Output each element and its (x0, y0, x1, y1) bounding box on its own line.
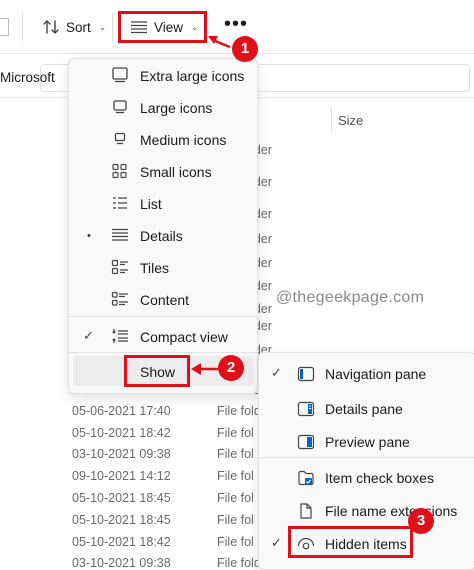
view-menu: Extra large icons Large icons Medium ico… (68, 58, 258, 394)
extra-large-icons-icon (111, 67, 129, 83)
menu-item-extra-large-icons[interactable]: Extra large icons (69, 60, 257, 90)
table-row[interactable]: 03-10-2021 09:38 File fol (72, 447, 254, 461)
details-icon (111, 227, 129, 243)
menu-item-list[interactable]: List (69, 188, 257, 218)
checkmark-icon: ✓ (271, 535, 282, 550)
menu-item-tiles[interactable]: Tiles (69, 252, 257, 282)
table-row[interactable]: 05-06-2021 17:40 File folder (72, 404, 272, 418)
menu-item-content[interactable]: Content (69, 284, 257, 314)
small-icons-icon (111, 163, 129, 179)
navigation-pane-icon (297, 366, 315, 382)
large-icons-icon (111, 99, 129, 115)
preview-pane-icon (297, 434, 315, 450)
step-badge-1: 1 (232, 36, 258, 62)
menu-item-navigation-pane[interactable]: ✓ Navigation pane (259, 359, 474, 389)
highlight-box-hidden-items (288, 526, 413, 558)
menu-divider (69, 352, 257, 353)
table-row[interactable]: 05-10-2021 18:45 File fol (72, 491, 254, 505)
menu-item-details[interactable]: • Details (69, 220, 257, 250)
menu-item-details-pane[interactable]: Details pane (259, 394, 474, 424)
tiles-icon (111, 259, 129, 275)
breadcrumb[interactable]: Microsoft (0, 70, 55, 85)
toolbar-divider (22, 13, 23, 41)
chevron-down-icon: ⌄ (98, 21, 107, 32)
size-column-header[interactable]: Size (338, 113, 363, 128)
checkmark-icon: ✓ (83, 328, 94, 343)
step-badge-2: 2 (218, 355, 244, 381)
table-row[interactable]: 05-10-2021 18:45 File fol (72, 513, 254, 527)
details-pane-icon (297, 401, 315, 417)
content-icon (111, 291, 129, 307)
column-divider[interactable] (331, 106, 332, 132)
toolbar-stub-icon (0, 18, 9, 36)
sort-label: Sort (66, 19, 91, 35)
highlight-box-view (118, 11, 207, 43)
list-icon (111, 195, 129, 211)
sort-icon (42, 19, 60, 35)
menu-divider (69, 316, 257, 317)
medium-icons-icon (111, 131, 129, 147)
watermark: @thegeekpage.com (276, 289, 425, 306)
menu-item-small-icons[interactable]: Small icons (69, 156, 257, 186)
highlight-box-show (124, 355, 190, 387)
checkmark-icon: ✓ (271, 365, 282, 380)
menu-divider (259, 457, 474, 458)
sort-button[interactable]: Sort ⌄ (42, 13, 106, 41)
menu-item-compact-view[interactable]: ✓ Compact view (69, 321, 257, 351)
menu-item-medium-icons[interactable]: Medium icons (69, 124, 257, 154)
table-row[interactable]: 03-10-2021 09:38 File folder (72, 556, 272, 570)
menu-item-large-icons[interactable]: Large icons (69, 92, 257, 122)
compact-view-icon (111, 328, 129, 344)
table-row[interactable]: 05-10-2021 18:42 File fol (72, 426, 254, 440)
table-row[interactable]: 05-10-2021 18:42 File fol (72, 535, 254, 549)
more-options-button[interactable]: ••• (224, 10, 248, 38)
file-name-extensions-icon (297, 503, 315, 519)
menu-item-file-name-extensions[interactable]: File name extensions (259, 496, 474, 526)
item-check-boxes-icon (297, 470, 315, 486)
table-row[interactable]: 09-10-2021 14:12 File fol (72, 469, 254, 483)
toolbar-divider (112, 13, 113, 41)
menu-item-item-check-boxes[interactable]: Item check boxes (259, 463, 474, 493)
selected-dot-icon: • (87, 230, 91, 242)
menu-item-preview-pane[interactable]: Preview pane (259, 427, 474, 457)
step-badge-3: 3 (408, 508, 434, 534)
